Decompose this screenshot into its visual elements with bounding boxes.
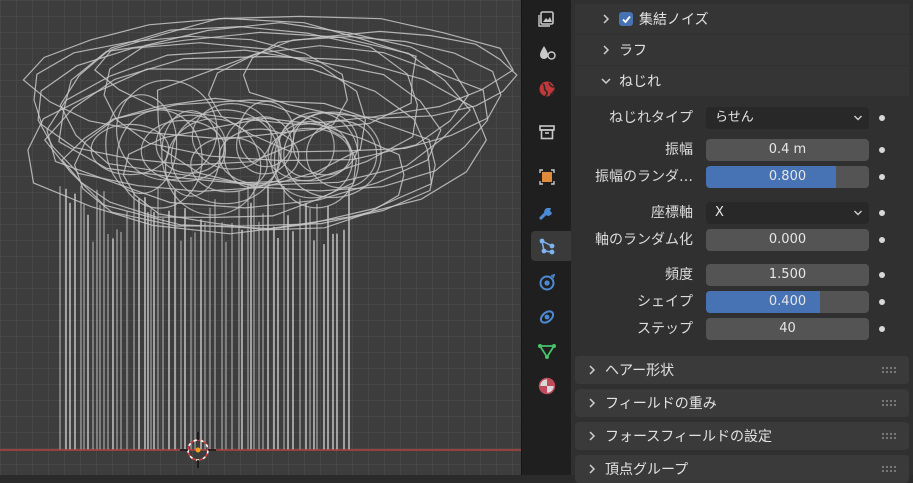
axis-random-label: 軸のランダム化 (595, 232, 693, 248)
world-icon (539, 81, 556, 97)
animate-dot-icon[interactable] (879, 115, 885, 121)
frequency-row: 頻度 1.500 (571, 263, 913, 287)
tab-modifiers[interactable] (531, 197, 563, 227)
axis-dropdown[interactable]: X (706, 202, 869, 224)
amplitude-value: 0.4 m (768, 142, 807, 157)
tab-particles[interactable] (531, 231, 572, 261)
axis-random-value: 0.000 (768, 232, 807, 247)
animate-dot-icon[interactable] (879, 147, 885, 153)
shape-value: 0.400 (768, 294, 807, 309)
animate-dot-icon[interactable] (879, 237, 885, 243)
panel-vertex-groups[interactable]: 頂点グループ (575, 455, 909, 483)
drag-handle-icon[interactable] (881, 465, 897, 473)
panel-hair-shape[interactable]: ヘアー形状 (575, 356, 909, 384)
physics-icon (539, 273, 556, 291)
drag-handle-icon[interactable] (881, 432, 897, 440)
chevron-right-icon (589, 431, 596, 441)
chevron-down-icon (601, 78, 611, 85)
chevron-down-icon (854, 210, 862, 216)
steps-label: ステップ (637, 321, 693, 337)
amplitude-random-slider[interactable]: 0.800 (706, 166, 869, 188)
chevron-right-icon (589, 365, 596, 375)
panel-field-weights[interactable]: フィールドの重み (575, 389, 909, 417)
chevron-right-icon (603, 14, 610, 24)
animate-dot-icon[interactable] (879, 210, 885, 216)
tab-texture[interactable] (531, 38, 563, 68)
tab-material[interactable] (531, 371, 563, 401)
roughness-label: ラフ (619, 43, 647, 59)
steps-row: ステップ 40 (571, 317, 913, 341)
material-icon (538, 377, 556, 395)
subpanel-kink[interactable]: ねじれ (575, 66, 909, 96)
object-data-icon (538, 344, 556, 359)
steps-field[interactable]: 40 (706, 318, 869, 340)
frequency-label: 頻度 (665, 267, 693, 283)
render-icon (538, 11, 554, 27)
amplitude-random-value: 0.800 (768, 169, 807, 184)
checkmark-icon (621, 15, 631, 23)
shape-row: シェイプ 0.400 (571, 290, 913, 314)
modifier-icon (539, 208, 552, 220)
viewport-overlay (0, 432, 521, 468)
axis-random-row: 軸のランダム化 0.000 (571, 228, 913, 252)
animate-dot-icon[interactable] (879, 272, 885, 278)
animate-dot-icon[interactable] (879, 299, 885, 305)
clump-noise-label: 集結ノイズ (639, 12, 709, 28)
frequency-value: 1.500 (768, 267, 807, 282)
panel-label: 頂点グループ (605, 462, 689, 478)
axis-random-field[interactable]: 0.000 (706, 229, 869, 251)
chevron-down-icon (854, 115, 862, 121)
amplitude-random-row: 振幅のランダ… 0.800 (571, 165, 913, 189)
tab-render[interactable] (531, 4, 563, 34)
kink-label: ねじれ (619, 74, 661, 90)
axis-value: X (715, 205, 724, 220)
3d-viewport[interactable] (0, 0, 521, 475)
animate-dot-icon[interactable] (879, 326, 885, 332)
steps-value: 40 (779, 321, 796, 336)
texture-icon (540, 46, 556, 60)
particles-icon (539, 238, 555, 255)
shape-slider[interactable]: 0.400 (706, 291, 869, 313)
tab-collection[interactable] (531, 117, 563, 147)
subpanel-roughness[interactable]: ラフ (575, 35, 909, 65)
properties-tab-bar (521, 0, 572, 475)
tab-object-data[interactable] (531, 336, 563, 366)
amplitude-field[interactable]: 0.4 m (706, 139, 869, 161)
properties-panel: 集結ノイズ ラフ ねじれ ねじれタイプ らせん 振幅 0.4 m 振幅のランダ…… (571, 0, 913, 483)
kink-type-value: らせん (715, 110, 754, 125)
collection-icon (539, 125, 555, 140)
tab-physics[interactable] (531, 267, 563, 297)
chevron-right-icon (589, 464, 596, 474)
panel-label: フィールドの重み (605, 396, 717, 412)
panel-label: フォースフィールドの設定 (605, 429, 773, 445)
axis-row: 座標軸 X (571, 201, 913, 225)
clump-noise-checkbox[interactable] (619, 12, 633, 26)
chevron-right-icon (589, 398, 596, 408)
chevron-right-icon (603, 45, 610, 55)
axis-label: 座標軸 (651, 205, 693, 221)
constraints-icon (539, 310, 555, 324)
tab-world[interactable] (531, 74, 563, 104)
amplitude-random-label: 振幅のランダ… (595, 169, 693, 185)
drag-handle-icon[interactable] (881, 366, 897, 374)
amplitude-row: 振幅 0.4 m (571, 138, 913, 162)
kink-type-dropdown[interactable]: らせん (706, 107, 869, 129)
panel-label: ヘアー形状 (605, 363, 675, 379)
amplitude-label: 振幅 (665, 142, 693, 158)
animate-dot-icon[interactable] (879, 174, 885, 180)
panel-force-field-settings[interactable]: フォースフィールドの設定 (575, 422, 909, 450)
subpanel-clump-noise[interactable]: 集結ノイズ (575, 4, 909, 34)
object-icon (539, 169, 555, 185)
frequency-field[interactable]: 1.500 (706, 264, 869, 286)
kink-type-row: ねじれタイプ らせん (571, 106, 913, 130)
3d-cursor-icon[interactable] (180, 432, 216, 468)
tab-object[interactable] (531, 162, 563, 192)
tab-constraints[interactable] (531, 302, 563, 332)
kink-type-label: ねじれタイプ (609, 110, 693, 126)
shape-label: シェイプ (637, 294, 693, 310)
drag-handle-icon[interactable] (881, 399, 897, 407)
